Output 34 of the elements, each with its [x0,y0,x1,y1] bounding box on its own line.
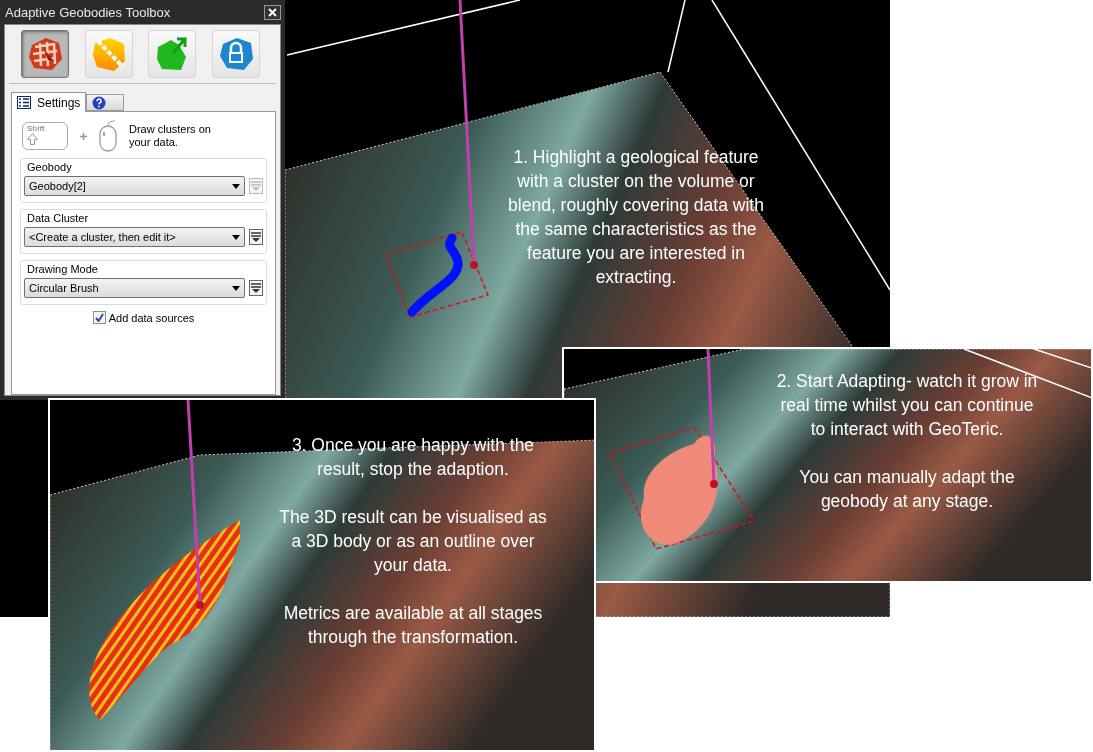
hint-text: Draw clusters on your data. [129,123,212,149]
menu-icon [251,283,261,293]
menu-button[interactable] [249,229,263,245]
menu-icon [251,181,261,191]
caption-text: You can manually adapt the geobody at any stage. [798,466,1016,513]
list-icon [17,96,31,109]
menu-icon [251,232,261,242]
checkbox[interactable] [92,311,106,324]
close-button[interactable] [264,4,281,20]
close-icon [268,7,277,17]
group-title: Geobody [26,161,73,173]
tool-button[interactable] [21,30,69,78]
grid-patch-icon [26,35,64,73]
caption-text: 2. Start Adapting- watch it grow in real time whilst you can continue to interact with GeoTeric. [776,370,1038,441]
window-title: Adaptive Geobodies Toolbox [5,4,171,20]
checkbox-label: Add data sources [108,311,195,324]
group-title: Drawing Mode [26,263,99,275]
settings-tab[interactable]: Settings [11,92,87,112]
plus-icon [80,132,87,140]
menu-button[interactable] [249,280,263,296]
help-icon [92,95,107,110]
caption-text: Metrics are available at all stages through the transformation. [282,602,544,649]
dropdown[interactable]: Circular Brush [24,278,245,298]
caption-text: The 3D result can be visualised as a 3D body or as an outline over your data. [278,506,548,577]
caret-icon [232,234,240,240]
dropdown[interactable]: Geobody[2] [24,176,245,196]
mouse-icon [99,120,117,152]
caret-icon [232,285,240,291]
help-tab[interactable] [86,94,125,111]
caret-icon [232,183,240,189]
up-arrow-icon [27,133,38,145]
dropdown[interactable]: <Create a cluster, then edit it> [24,227,245,247]
key-label: Shift [27,124,45,133]
group-title: Data Cluster [26,212,90,224]
